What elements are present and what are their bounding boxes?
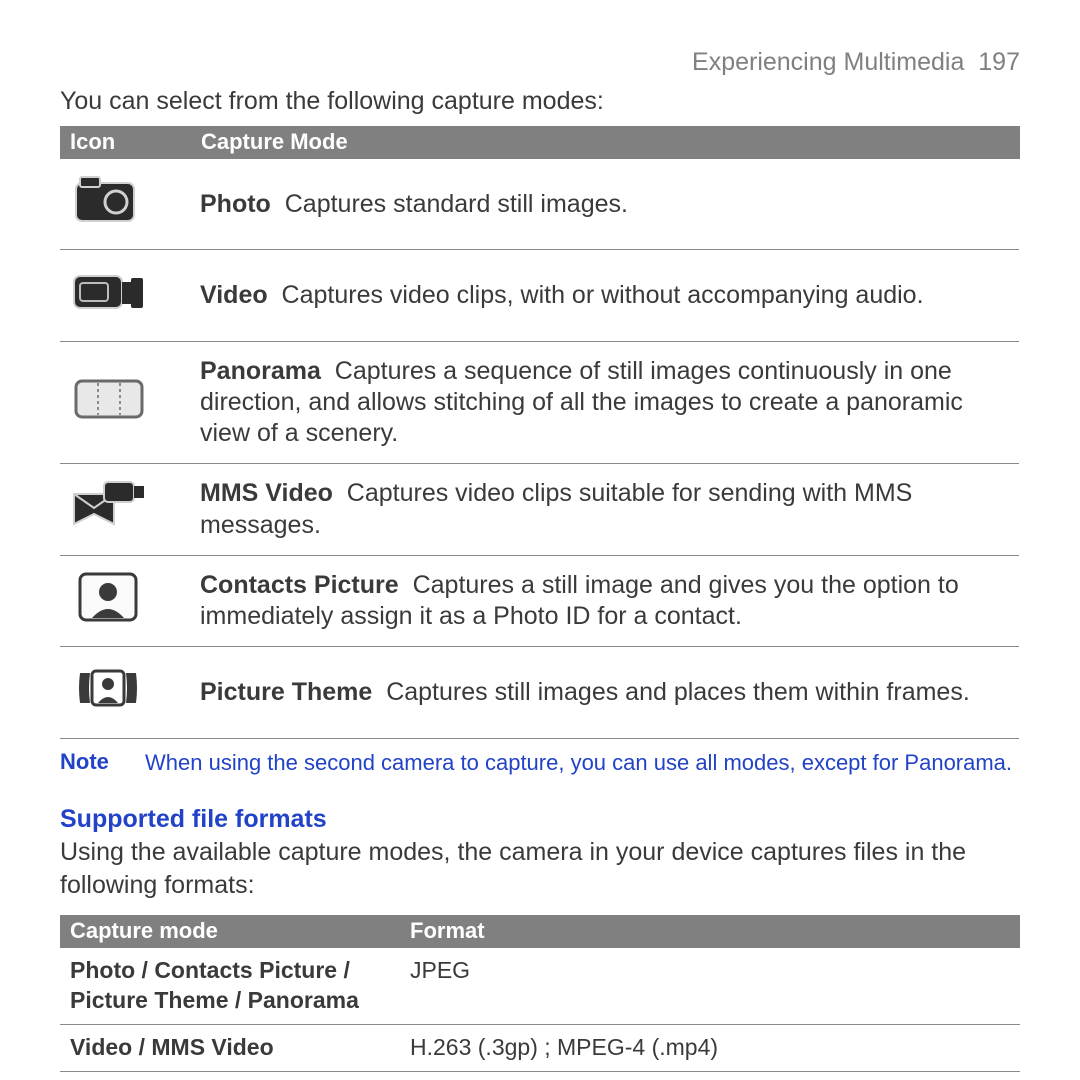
- capture-modes-table: Icon Capture Mode Photo Captures standar…: [60, 126, 1020, 739]
- table-row: Picture Theme Captures still images and …: [60, 647, 1019, 738]
- mode-name: Contacts Picture: [200, 571, 399, 599]
- mode-name: Photo: [200, 190, 271, 218]
- section-intro: Using the available capture modes, the c…: [60, 836, 1020, 901]
- note-text: When using the second camera to capture,…: [145, 749, 1012, 778]
- table-row: Video Captures video clips, with or with…: [60, 250, 1019, 341]
- col-header-format: Format: [400, 915, 1020, 948]
- table-row: Photo / Contacts Picture / Picture Theme…: [60, 948, 1020, 1024]
- section-heading: Supported file formats: [60, 805, 1020, 834]
- table-row: Contacts Picture Captures a still image …: [60, 555, 1019, 647]
- mode-name: Video: [200, 281, 268, 309]
- table-row: Photo Captures standard still images.: [60, 159, 1019, 250]
- mode-name: Panorama: [200, 357, 321, 385]
- mode-name: MMS Video: [200, 479, 333, 507]
- video-camera-icon: [70, 264, 148, 318]
- file-formats-table: Capture mode Format Photo / Contacts Pic…: [60, 915, 1020, 1072]
- format-value: H.263 (.3gp) ; MPEG-4 (.mp4): [400, 1024, 1020, 1071]
- page-number: 197: [978, 48, 1020, 76]
- intro-text: You can select from the following captur…: [60, 87, 1020, 116]
- contacts-picture-icon: [70, 570, 148, 624]
- mode-desc: Captures standard still images.: [285, 190, 628, 218]
- camera-icon: [70, 173, 148, 227]
- mode-desc: Captures video clips, with or without ac…: [282, 281, 924, 309]
- mode-desc: Captures still images and places them wi…: [386, 678, 970, 706]
- section-name: Experiencing Multimedia: [692, 48, 964, 76]
- note-block: Note When using the second camera to cap…: [60, 749, 1020, 778]
- col-header-icon: Icon: [60, 126, 190, 159]
- table-row: Video / MMS Video H.263 (.3gp) ; MPEG-4 …: [60, 1024, 1020, 1071]
- col-header-capture-mode: Capture mode: [60, 915, 400, 948]
- picture-theme-icon: [70, 661, 148, 715]
- format-mode: Photo / Contacts Picture / Picture Theme…: [60, 948, 400, 1024]
- col-header-mode: Capture Mode: [190, 126, 1019, 159]
- format-mode: Video / MMS Video: [60, 1024, 400, 1071]
- mode-name: Picture Theme: [200, 678, 372, 706]
- panorama-icon: [70, 371, 148, 425]
- table-row: MMS Video Captures video clips suitable …: [60, 464, 1019, 556]
- page-header: Experiencing Multimedia 197: [60, 48, 1020, 77]
- table-row: Panorama Captures a sequence of still im…: [60, 341, 1019, 464]
- note-label: Note: [60, 749, 145, 778]
- format-value: JPEG: [400, 948, 1020, 1024]
- mms-video-icon: [70, 478, 148, 532]
